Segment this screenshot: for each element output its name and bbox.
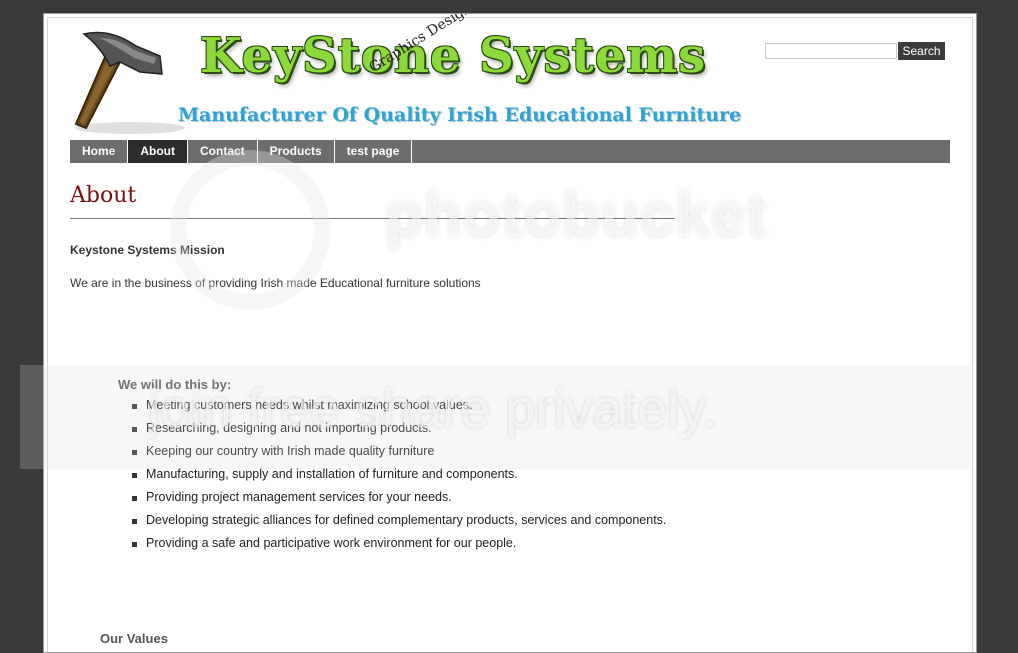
mission-heading: Keystone Systems Mission [70,243,225,257]
title-divider [70,218,675,219]
list-item: Developing strategic alliances for defin… [132,509,666,532]
page-title: About [70,183,137,208]
values-heading: Our Values [100,631,168,646]
plan-list: Meeting customers needs whilst maximizin… [132,394,666,555]
main-nav: Home About Contact Products test page [70,140,950,163]
site-logo[interactable]: KeyStone Systems Manufacturer Of Quality… [70,14,741,134]
nav-item-test-page[interactable]: test page [335,140,413,163]
plan-heading: We will do this by: [118,377,232,392]
search-button[interactable]: Search [898,42,945,60]
search-input[interactable] [765,43,897,59]
list-item: Providing a safe and participative work … [132,532,666,555]
list-item: Manufacturing, supply and installation o… [132,463,666,486]
list-item: Meeting customers needs whilst maximizin… [132,394,666,417]
logo-title: KeyStone Systems [200,28,707,84]
logo-tagline: Manufacturer Of Quality Irish Educationa… [178,104,742,126]
mission-text: We are in the business of providing Iris… [70,276,481,290]
hammer-icon [74,31,185,134]
nav-item-home[interactable]: Home [70,140,129,163]
nav-item-products[interactable]: Products [258,140,335,163]
list-item: Keeping our country with Irish made qual… [132,440,666,463]
list-item: Researching, designing and not importing… [132,417,666,440]
nav-item-about[interactable]: About [128,140,188,163]
list-item: Providing project management services fo… [132,486,666,509]
nav-item-contact[interactable]: Contact [188,140,258,163]
page-frame: KeyStone Systems Manufacturer Of Quality… [43,13,977,653]
